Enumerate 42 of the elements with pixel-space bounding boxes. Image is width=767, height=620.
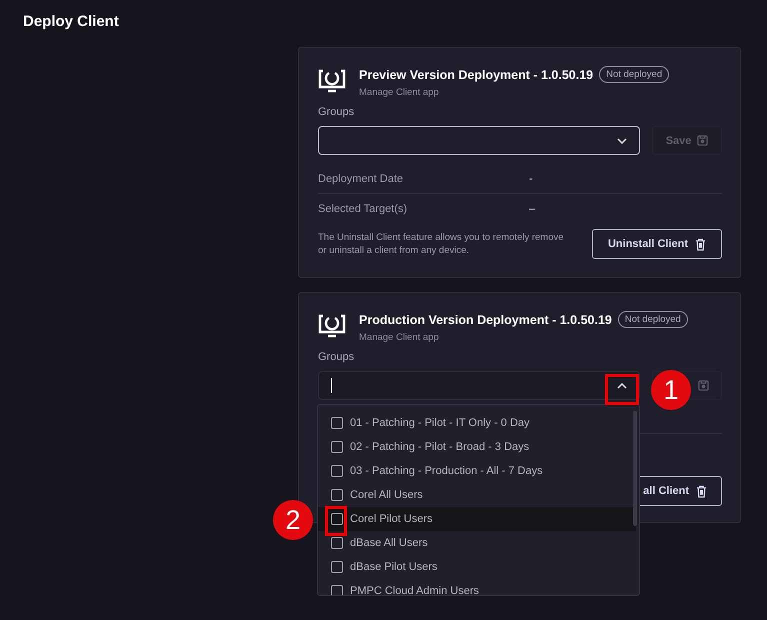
groups-select[interactable] — [318, 126, 640, 155]
monitor-icon — [318, 68, 346, 94]
group-option[interactable]: PMPC Cloud Admin Users — [318, 579, 636, 595]
group-option[interactable]: dBase All Users — [318, 531, 636, 555]
checkbox[interactable] — [331, 537, 343, 549]
detail-value: – — [529, 203, 536, 215]
checkbox[interactable] — [331, 417, 343, 429]
page-title: Deploy Client — [23, 13, 119, 30]
highlight-overlay — [325, 506, 347, 536]
chevron-up-icon — [617, 382, 628, 388]
card-title: Preview Version Deployment - 1.0.50.19 — [359, 68, 594, 82]
monitor-icon — [318, 313, 346, 339]
chevron-down-icon — [617, 138, 628, 144]
detail-label: Deployment Date — [318, 173, 404, 185]
checkbox[interactable] — [331, 465, 343, 477]
card-subtitle: Manage Client app — [359, 332, 440, 343]
step-number: 2 — [273, 500, 313, 540]
group-option[interactable]: 02 - Patching - Pilot - Broad - 3 Days — [318, 435, 636, 459]
save-icon — [697, 135, 708, 146]
groups-label: Groups — [318, 351, 356, 363]
group-option[interactable]: 01 - Patching - Pilot - IT Only - 0 Day — [318, 411, 636, 435]
group-option[interactable]: Corel Pilot Users — [318, 507, 636, 531]
trash-icon — [696, 484, 707, 498]
checkbox[interactable] — [331, 561, 343, 573]
detail-value: - — [529, 173, 533, 185]
group-option[interactable]: dBase Pilot Users — [318, 555, 636, 579]
uninstall-button[interactable]: Uninstall Client — [592, 229, 722, 259]
groups-select[interactable] — [318, 371, 640, 400]
checkbox[interactable] — [331, 585, 343, 595]
trash-icon — [695, 238, 706, 250]
checkbox[interactable] — [331, 441, 343, 453]
status-badge: Not deployed — [599, 66, 670, 83]
groups-label: Groups — [318, 106, 356, 118]
highlight-overlay — [605, 374, 639, 405]
detail-label: Selected Target(s) — [318, 203, 408, 215]
save-icon — [698, 380, 709, 391]
status-badge: Not deployed — [618, 311, 688, 328]
card-subtitle: Manage Client app — [359, 87, 440, 98]
checkbox[interactable] — [331, 489, 343, 501]
text-cursor — [331, 378, 332, 393]
card-title: Production Version Deployment - 1.0.50.19 — [359, 312, 612, 326]
uninstall-description: The Uninstall Client feature allows you to remotely remove or uninstall a client from any device. — [318, 231, 565, 257]
